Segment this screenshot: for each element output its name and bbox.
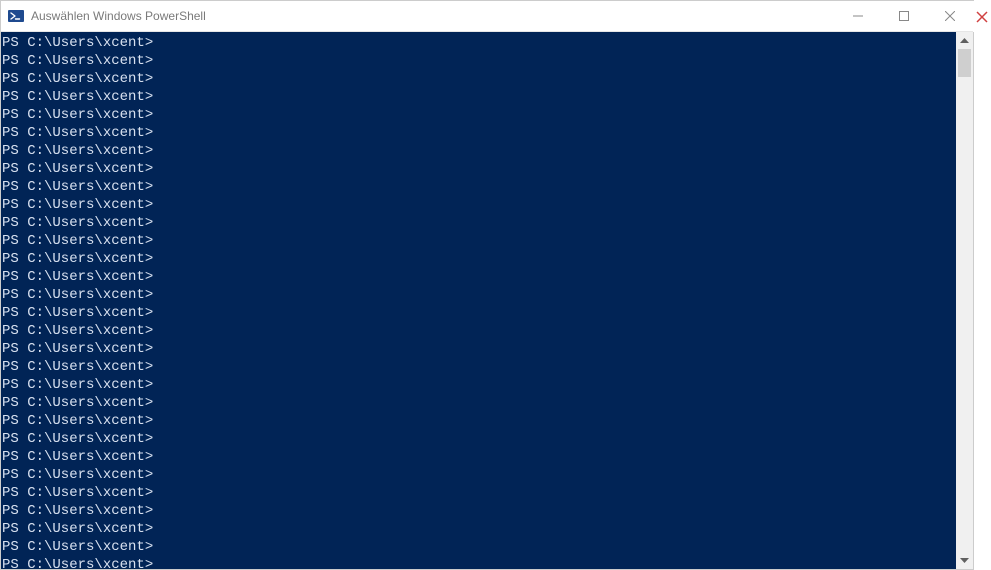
prompt-line: PS C:\Users\xcent> [2,538,955,556]
prompt-line: PS C:\Users\xcent> [2,268,955,286]
prompt-line: PS C:\Users\xcent> [2,448,955,466]
prompt-line: PS C:\Users\xcent> [2,124,955,142]
prompt-line: PS C:\Users\xcent> [2,484,955,502]
prompt-line: PS C:\Users\xcent> [2,286,955,304]
prompt-line: PS C:\Users\xcent> [2,142,955,160]
prompt-line: PS C:\Users\xcent> [2,430,955,448]
prompt-line: PS C:\Users\xcent> [2,106,955,124]
window-controls [835,1,973,31]
prompt-line: PS C:\Users\xcent> [2,394,955,412]
terminal-output[interactable]: PS C:\Users\xcent>PS C:\Users\xcent>PS C… [1,32,956,569]
vertical-scrollbar[interactable] [956,32,973,569]
prompt-line: PS C:\Users\xcent> [2,412,955,430]
prompt-line: PS C:\Users\xcent> [2,304,955,322]
prompt-line: PS C:\Users\xcent> [2,520,955,538]
partial-close-icon [973,1,990,32]
prompt-line: PS C:\Users\xcent> [2,250,955,268]
prompt-line: PS C:\Users\xcent> [2,232,955,250]
prompt-line: PS C:\Users\xcent> [2,214,955,232]
scroll-down-arrow-icon[interactable] [956,552,973,569]
scroll-track[interactable] [956,77,973,552]
prompt-line: PS C:\Users\xcent> [2,556,955,569]
powershell-icon [7,7,25,25]
prompt-line: PS C:\Users\xcent> [2,322,955,340]
prompt-line: PS C:\Users\xcent> [2,466,955,484]
prompt-line: PS C:\Users\xcent> [2,88,955,106]
window-title: Auswählen Windows PowerShell [31,9,835,23]
prompt-line: PS C:\Users\xcent> [2,34,955,52]
prompt-line: PS C:\Users\xcent> [2,70,955,88]
prompt-line: PS C:\Users\xcent> [2,196,955,214]
prompt-line: PS C:\Users\xcent> [2,340,955,358]
window-content: PS C:\Users\xcent>PS C:\Users\xcent>PS C… [1,32,973,569]
titlebar[interactable]: Auswählen Windows PowerShell [1,1,973,32]
minimize-button[interactable] [835,1,881,31]
prompt-line: PS C:\Users\xcent> [2,160,955,178]
close-button[interactable] [927,1,973,31]
prompt-line: PS C:\Users\xcent> [2,376,955,394]
maximize-button[interactable] [881,1,927,31]
prompt-line: PS C:\Users\xcent> [2,178,955,196]
powershell-window: Auswählen Windows PowerShell PS C:\Users… [0,0,974,570]
prompt-line: PS C:\Users\xcent> [2,358,955,376]
scroll-up-arrow-icon[interactable] [956,32,973,49]
scroll-thumb[interactable] [958,49,971,77]
prompt-line: PS C:\Users\xcent> [2,52,955,70]
prompt-line: PS C:\Users\xcent> [2,502,955,520]
